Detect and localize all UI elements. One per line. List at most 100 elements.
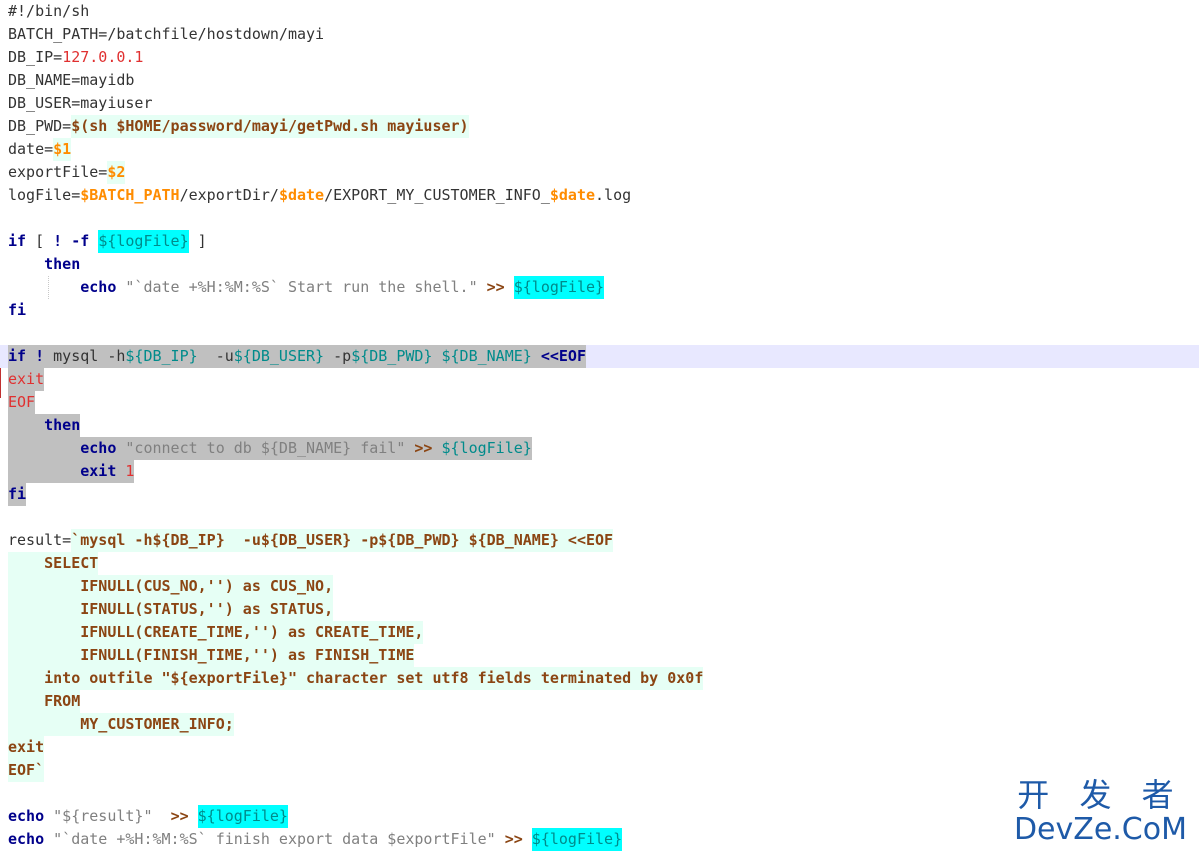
code-line[interactable]: MY_CUSTOMER_INFO; [0, 713, 1199, 736]
code-line-text: logFile=$BATCH_PATH/exportDir/$date/EXPO… [8, 184, 631, 207]
code-line[interactable]: echo "`date +%H:%M:%S` Start run the she… [0, 276, 1199, 299]
code-line-text: DB_USER=mayiuser [8, 92, 153, 115]
code-line-text: date=$1 [8, 138, 72, 161]
code-token: ${logFile} [441, 437, 532, 460]
code-line[interactable]: DB_USER=mayiuser [0, 92, 1199, 115]
code-line[interactable]: into outfile "${exportFile}" character s… [0, 667, 1199, 690]
code-line[interactable]: if [ ! -f ${logFile} ] [0, 230, 1199, 253]
code-line-text: fi [8, 299, 26, 322]
code-token: "`date +%H:%M:%S` Start run the shell." [125, 278, 478, 296]
code-token [116, 460, 126, 483]
code-token: >> [414, 437, 433, 460]
code-token: ${DB_USER} [233, 345, 325, 368]
code-line[interactable]: exit 1 [0, 460, 1199, 483]
code-token: if [8, 345, 27, 368]
code-line[interactable]: IFNULL(FINISH_TIME,'') as FINISH_TIME [0, 644, 1199, 667]
code-token: #!/bin/sh [8, 2, 90, 20]
code-token: fi [8, 483, 27, 506]
code-token: then [44, 414, 81, 437]
code-token: -u [197, 345, 234, 368]
code-line-text: IFNULL(STATUS,'') as STATUS, [8, 598, 334, 621]
code-line-text: if [ ! -f ${logFile} ] [8, 230, 207, 253]
code-token: BATCH_PATH=/batchfile/hostdown/mayi [8, 25, 325, 43]
code-token: SELECT [8, 552, 99, 575]
code-token: then [44, 255, 81, 273]
code-token: EOF [8, 391, 36, 414]
code-token: exit [8, 736, 45, 759]
code-token [8, 437, 81, 460]
code-line[interactable]: DB_PWD=$(sh $HOME/password/mayi/getPwd.s… [0, 115, 1199, 138]
code-line[interactable]: SELECT [0, 552, 1199, 575]
code-token: 127.0.0.1 [62, 48, 144, 66]
code-line-text: then [8, 253, 80, 276]
code-token: $date [549, 186, 596, 204]
code-line[interactable] [0, 322, 1199, 345]
code-line-text: BATCH_PATH=/batchfile/hostdown/mayi [8, 23, 324, 46]
code-line-text: IFNULL(FINISH_TIME,'') as FINISH_TIME [8, 644, 415, 667]
code-token: ${DB_NAME} [441, 345, 532, 368]
code-token: exit [8, 368, 45, 391]
code-line[interactable]: BATCH_PATH=/batchfile/hostdown/mayi [0, 23, 1199, 46]
code-token: IFNULL(CUS_NO,'') as CUS_NO, [8, 575, 334, 598]
code-line[interactable]: date=$1 [0, 138, 1199, 161]
code-line-text: fi [8, 483, 27, 506]
code-token: $(sh $HOME/password/mayi/getPwd.sh mayiu… [71, 115, 469, 138]
code-editor[interactable]: #!/bin/sh BATCH_PATH=/batchfile/hostdown/… [0, 0, 1199, 853]
code-token: >> [504, 830, 523, 848]
code-token [405, 437, 415, 460]
code-token: result= [8, 531, 72, 549]
code-line-text: EOF` [8, 759, 45, 782]
code-token: "connect to db ${DB_NAME} fail" [125, 437, 406, 460]
code-line-text: DB_PWD=$(sh $HOME/password/mayi/getPwd.s… [8, 115, 469, 138]
code-token: >> [486, 278, 505, 296]
code-line[interactable]: IFNULL(CREATE_TIME,'') as CREATE_TIME, [0, 621, 1199, 644]
code-token: echo [80, 278, 117, 296]
code-token: /exportDir/ [179, 186, 279, 204]
code-line-text: echo "`date +%H:%M:%S` Start run the she… [8, 276, 605, 299]
watermark-cn: 开 发 者 [1017, 776, 1184, 814]
code-line[interactable]: exit [0, 736, 1199, 759]
code-line-text: MY_CUSTOMER_INFO; [8, 713, 234, 736]
code-line[interactable]: then [0, 253, 1199, 276]
code-token [8, 460, 81, 483]
code-line[interactable]: fi [0, 299, 1199, 322]
code-token: "${result}" [53, 807, 153, 825]
code-token: echo [8, 807, 45, 825]
code-line[interactable]: DB_NAME=mayidb [0, 69, 1199, 92]
code-line-text: SELECT [8, 552, 99, 575]
code-line-text: exit [8, 736, 45, 759]
code-line[interactable]: then [0, 414, 1199, 437]
code-line[interactable]: exportFile=$2 [0, 161, 1199, 184]
code-token: into outfile "${exportFile}" character s… [8, 667, 704, 690]
code-line[interactable]: result=`mysql -h${DB_IP} -u${DB_USER} -p… [0, 529, 1199, 552]
code-line[interactable] [0, 207, 1199, 230]
code-line-text: IFNULL(CUS_NO,'') as CUS_NO, [8, 575, 334, 598]
code-line[interactable]: IFNULL(CUS_NO,'') as CUS_NO, [0, 575, 1199, 598]
code-token: IFNULL(STATUS,'') as STATUS, [8, 598, 334, 621]
code-token: -f [71, 232, 90, 250]
code-line[interactable]: exit [0, 368, 1199, 391]
code-token: $1 [53, 138, 72, 161]
code-line[interactable]: logFile=$BATCH_PATH/exportDir/$date/EXPO… [0, 184, 1199, 207]
code-line[interactable]: FROM [0, 690, 1199, 713]
code-line-text: result=`mysql -h${DB_IP} -u${DB_USER} -p… [8, 529, 614, 552]
code-line[interactable]: DB_IP=127.0.0.1 [0, 46, 1199, 69]
code-line[interactable]: if ! mysql -h${DB_IP} -u${DB_USER} -p${D… [0, 345, 1199, 368]
code-line-text: IFNULL(CREATE_TIME,'') as CREATE_TIME, [8, 621, 424, 644]
code-line[interactable]: EOF [0, 391, 1199, 414]
code-line[interactable]: fi [0, 483, 1199, 506]
code-line-text: echo "${result}" >> ${logFile} [8, 805, 288, 828]
code-line[interactable]: #!/bin/sh [0, 0, 1199, 23]
code-line-text: exit [8, 368, 45, 391]
code-line[interactable]: IFNULL(STATUS,'') as STATUS, [0, 598, 1199, 621]
code-line[interactable] [0, 506, 1199, 529]
code-line[interactable]: echo "connect to db ${DB_NAME} fail" >> … [0, 437, 1199, 460]
